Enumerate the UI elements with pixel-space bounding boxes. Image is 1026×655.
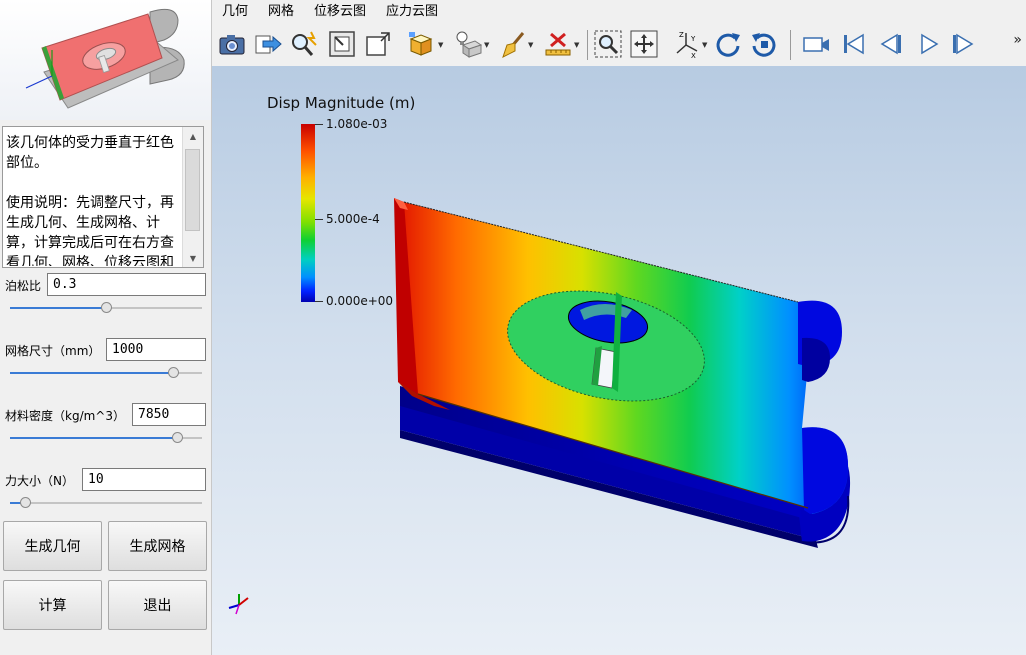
- generate-geometry-button[interactable]: 生成几何: [3, 521, 102, 571]
- mesh-size-input[interactable]: 1000: [106, 338, 206, 361]
- svg-text:X: X: [691, 52, 696, 59]
- zoom-magic-icon[interactable]: [288, 28, 320, 60]
- brush-dropdown-icon[interactable]: ▼: [528, 41, 533, 49]
- menu-displacement-contour[interactable]: 位移云图: [304, 0, 376, 24]
- slider-thumb[interactable]: [168, 367, 179, 378]
- reset-view-icon[interactable]: [362, 28, 394, 60]
- description-box[interactable]: 该几何体的受力垂直于红色部位。 使用说明：先调整尺寸，再生成几何、生成网格、计算…: [2, 126, 204, 268]
- svg-text:Y: Y: [690, 35, 696, 43]
- slider-thumb[interactable]: [172, 432, 183, 443]
- force-slider[interactable]: [10, 496, 202, 510]
- slider-thumb[interactable]: [20, 497, 31, 508]
- light-icon[interactable]: [452, 28, 484, 60]
- pan-icon[interactable]: [628, 28, 660, 60]
- density-slider[interactable]: [10, 431, 202, 445]
- menu-bar: 几何 网格 位移云图 应力云图: [212, 0, 1026, 24]
- clear-dropdown-icon[interactable]: ▼: [574, 41, 579, 49]
- mesh-size-slider[interactable]: [10, 366, 202, 380]
- last-frame-icon[interactable]: [948, 28, 980, 60]
- view-cube-icon[interactable]: [404, 28, 436, 60]
- preview-model: [25, 8, 185, 109]
- prev-frame-icon[interactable]: [874, 28, 906, 60]
- play-icon[interactable]: [912, 28, 944, 60]
- toolbar-separator: [790, 30, 791, 60]
- record-icon[interactable]: [800, 28, 832, 60]
- rotate-ccw-icon[interactable]: [748, 28, 780, 60]
- poisson-ratio-label: 泊松比: [5, 279, 42, 293]
- slider-thumb[interactable]: [101, 302, 112, 313]
- view-cube-dropdown-icon[interactable]: ▼: [438, 41, 443, 49]
- orientation-axes-icon: [228, 594, 249, 615]
- menu-mesh[interactable]: 网格: [258, 0, 304, 24]
- render-viewport[interactable]: Disp Magnitude (m) 1.080e-03 5.000e-4 0.…: [212, 66, 1026, 655]
- camera-icon[interactable]: [216, 28, 248, 60]
- brush-icon[interactable]: [498, 28, 530, 60]
- svg-text:Z: Z: [679, 31, 684, 39]
- rotate-cw-icon[interactable]: [712, 28, 744, 60]
- axes-dropdown-icon[interactable]: ▼: [702, 41, 707, 49]
- toolbar: ▼ ▼ ▼ ▼ ZY X ▼ »: [212, 24, 1026, 67]
- zoom-box-icon[interactable]: [592, 28, 624, 60]
- mesh-size-label: 网格尺寸（mm）: [5, 344, 101, 358]
- force-input[interactable]: 10: [82, 468, 206, 491]
- poisson-ratio-slider[interactable]: [10, 301, 202, 315]
- toolbar-separator: [587, 30, 588, 60]
- scroll-up-icon[interactable]: ▲: [183, 127, 203, 145]
- generate-mesh-button[interactable]: 生成网格: [108, 521, 207, 571]
- geometry-preview: [0, 0, 211, 120]
- slider-fill: [10, 372, 173, 374]
- force-label: 力大小（N）: [5, 474, 74, 488]
- exit-button[interactable]: 退出: [108, 580, 207, 630]
- menu-stress-contour[interactable]: 应力云图: [376, 0, 448, 24]
- first-frame-icon[interactable]: [838, 28, 870, 60]
- poisson-ratio-input[interactable]: 0.3: [47, 273, 206, 296]
- toolbar-overflow-icon[interactable]: »: [1013, 32, 1022, 48]
- slider-fill: [10, 307, 106, 309]
- control-panel: 该几何体的受力垂直于红色部位。 使用说明：先调整尺寸，再生成几何、生成网格、计算…: [0, 0, 212, 655]
- export-icon[interactable]: [252, 28, 284, 60]
- scroll-down-icon[interactable]: ▼: [183, 249, 203, 267]
- description-text: 该几何体的受力垂直于红色部位。 使用说明：先调整尺寸，再生成几何、生成网格、计算…: [6, 135, 174, 266]
- axes-orient-icon[interactable]: ZY X: [670, 28, 702, 60]
- fit-frame-icon[interactable]: [326, 28, 358, 60]
- clear-icon[interactable]: [542, 28, 574, 60]
- light-dropdown-icon[interactable]: ▼: [484, 41, 489, 49]
- displacement-contour-model: [394, 198, 851, 548]
- compute-button[interactable]: 计算: [3, 580, 102, 630]
- density-input[interactable]: 7850: [132, 403, 206, 426]
- description-scrollbar[interactable]: ▲ ▼: [182, 127, 203, 267]
- scroll-thumb[interactable]: [185, 149, 200, 231]
- slider-fill: [10, 437, 177, 439]
- density-label: 材料密度（kg/m^3）: [5, 409, 125, 423]
- menu-geometry[interactable]: 几何: [212, 0, 258, 24]
